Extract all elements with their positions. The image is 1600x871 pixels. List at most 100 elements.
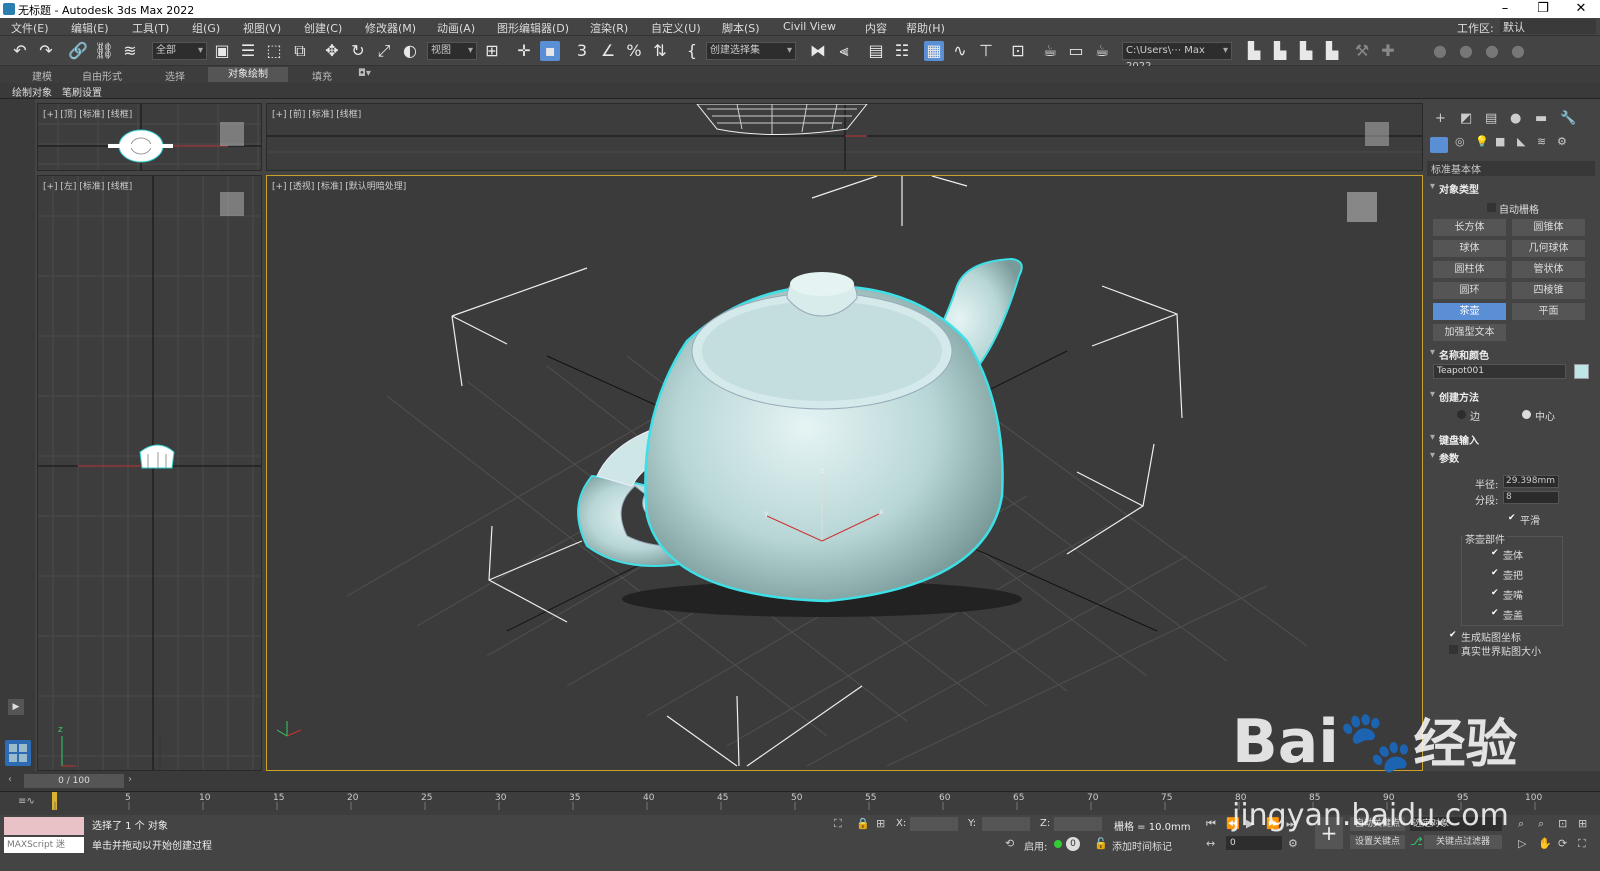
viewcube-icon[interactable] [1365, 122, 1389, 146]
real-world-checkbox[interactable] [1449, 645, 1458, 654]
lights-icon[interactable]: 💡 [1475, 135, 1489, 148]
ref-coord-dropdown[interactable]: 视图 [427, 42, 477, 60]
menu-graph-editors[interactable]: 图形编辑器(D) [497, 20, 569, 36]
menu-file[interactable]: 文件(E) [11, 20, 49, 36]
time-slider[interactable]: 0 / 100 [24, 774, 124, 788]
rollout-name-color[interactable]: 名称和颜色 [1425, 347, 1600, 363]
teapot-button[interactable]: 茶壶 [1433, 303, 1506, 320]
time-config-icon[interactable]: ⚙ [1288, 837, 1298, 850]
pan-icon[interactable]: ✋ [1538, 837, 1552, 850]
zoom-all-icon[interactable]: ⌕ [1538, 817, 1544, 831]
viewport-label[interactable]: [+] [透视] [标准] [默认明暗处理] [272, 179, 406, 192]
expand-icon[interactable]: ▶ [8, 699, 24, 715]
trackbar-toggle-icon[interactable]: ≡∿ [18, 796, 35, 807]
viewport-label[interactable]: [+] [顶] [标准] [线框] [43, 107, 132, 120]
material-editor-icon[interactable]: ⊡ [1008, 41, 1028, 61]
autogrid-checkbox[interactable] [1487, 203, 1496, 212]
schematic-view-icon[interactable]: ⊤ [976, 41, 996, 61]
maxscript-input[interactable]: MAXScript 迷 [4, 837, 84, 853]
curve-editor-icon[interactable]: ∿ [950, 41, 970, 61]
spacewarps-icon[interactable]: ≋ [1537, 135, 1546, 148]
geometry-icon[interactable] [1430, 137, 1448, 153]
viewport-top[interactable]: [+] [顶] [标准] [线框] [37, 103, 262, 171]
viewcube-icon[interactable] [1347, 192, 1377, 222]
open-explorer-icon[interactable]: ▙ [1244, 41, 1264, 61]
x-coordinate-field[interactable] [910, 817, 958, 831]
maximize-viewport-icon[interactable]: ⛶ [1578, 837, 1586, 851]
ribbon-toggle-icon[interactable]: ▦ [924, 41, 944, 61]
absolute-mode-icon[interactable]: ⊞ [876, 817, 885, 830]
menu-group[interactable]: 组(G) [192, 20, 220, 36]
render-setup-icon[interactable]: ☕ [1040, 41, 1060, 61]
align-icon[interactable]: ⫷ [834, 41, 854, 61]
next-frame-icon[interactable]: › [128, 774, 132, 785]
tab-populate[interactable]: 填充 [312, 68, 332, 83]
menu-edit[interactable]: 编辑(E) [71, 20, 109, 36]
fov-icon[interactable]: ▷ [1518, 837, 1526, 850]
menu-rendering[interactable]: 渲染(R) [590, 20, 628, 36]
cylinder-button[interactable]: 圆柱体 [1433, 261, 1506, 278]
open-folder-icon[interactable]: ▙ [1322, 41, 1342, 61]
workspace-dropdown[interactable]: 默认 [1500, 19, 1596, 34]
spout-checkbox[interactable]: ✔ [1491, 589, 1500, 598]
rect-selection-icon[interactable]: ⬚ [264, 41, 284, 61]
lid-checkbox[interactable]: ✔ [1491, 609, 1500, 618]
edit-named-sel-icon[interactable]: { [682, 41, 702, 61]
named-selection-dropdown[interactable]: 创建选择集 [706, 42, 796, 60]
menu-customize[interactable]: 自定义(U) [651, 20, 701, 36]
create-tab-icon[interactable]: + [1435, 111, 1446, 126]
lock-icon[interactable]: 🔒 [856, 817, 870, 830]
object-name-input[interactable]: Teapot001 [1433, 364, 1566, 379]
enabled-indicator-icon[interactable] [1054, 840, 1062, 848]
menu-modifiers[interactable]: 修改器(M) [365, 20, 416, 36]
maxscript-listener[interactable] [4, 817, 84, 835]
lock-small-icon[interactable]: 🔓 [1094, 837, 1108, 850]
key-filters-button[interactable]: 关键点过滤器 [1424, 835, 1502, 849]
viewport-layout-icon[interactable] [5, 740, 31, 766]
modify-tab-icon[interactable]: ◩ [1460, 111, 1472, 126]
utilities-tab-icon[interactable]: 🔧 [1560, 111, 1576, 126]
pyramid-button[interactable]: 四棱锥 [1512, 282, 1585, 299]
paint-objects-label[interactable]: 绘制对象 [12, 84, 52, 99]
close-button[interactable]: ✕ [1566, 0, 1596, 18]
orbit-icon[interactable]: ⟳ [1558, 837, 1567, 850]
tab-modeling[interactable]: 建模 [32, 68, 52, 83]
unlink-icon[interactable]: ⛓ [94, 41, 114, 61]
motion-tab-icon[interactable]: ● [1510, 111, 1521, 126]
minimize-button[interactable]: – [1490, 0, 1520, 18]
layer-explorer-icon[interactable]: ☷ [892, 41, 912, 61]
rollout-creation-method[interactable]: 创建方法 [1425, 389, 1600, 405]
set-key-button[interactable]: 设置关键点 [1350, 835, 1405, 849]
select-by-name-icon[interactable]: ☰ [238, 41, 258, 61]
tab-freeform[interactable]: 自由形式 [82, 68, 122, 83]
rendered-frame-icon[interactable]: ▭ [1066, 41, 1086, 61]
percent-snap-icon[interactable]: % [624, 41, 644, 61]
body-checkbox[interactable]: ✔ [1491, 549, 1500, 558]
angle-snap-icon[interactable]: ∠ [598, 41, 618, 61]
snaps-toggle-icon[interactable]: 3 [572, 41, 592, 61]
radius-spinner[interactable]: 29.398mm [1503, 475, 1559, 488]
zoom-extents-icon[interactable]: ⊡ [1558, 817, 1567, 830]
selection-filter-dropdown[interactable]: 全部 [152, 42, 207, 60]
key-mode-icon[interactable]: ↔ [1206, 837, 1215, 850]
adaptive-degradation-icon[interactable]: ⟲ [1005, 837, 1014, 850]
systems-icon[interactable]: ⚙ [1557, 135, 1567, 148]
keyboard-shortcut-toggle-icon[interactable]: ▪ [540, 41, 560, 61]
sphere-button[interactable]: 球体 [1433, 240, 1506, 257]
move-icon[interactable]: ✥ [322, 41, 342, 61]
rollout-keyboard-entry[interactable]: 键盘输入 [1425, 432, 1600, 448]
shapes-icon[interactable]: ◎ [1455, 135, 1465, 148]
segments-spinner[interactable]: 8 [1503, 491, 1559, 504]
gen-map-checkbox[interactable]: ✔ [1449, 631, 1458, 640]
mirror-icon[interactable]: ⧓ [808, 41, 828, 61]
tab-object-paint[interactable]: 对象绘制 [208, 67, 288, 82]
spinner-snap-icon[interactable]: ⇅ [650, 41, 670, 61]
brush-settings-label[interactable]: 笔刷设置 [62, 84, 102, 99]
menu-views[interactable]: 视图(V) [243, 20, 281, 36]
add-time-tag[interactable]: 添加时间标记 [1112, 838, 1172, 853]
plane-button[interactable]: 平面 [1512, 303, 1585, 320]
edge-radio[interactable] [1457, 410, 1466, 419]
category-dropdown[interactable]: 标准基本体 [1427, 161, 1595, 176]
zoom-extents-all-icon[interactable]: ⊞ [1578, 817, 1587, 830]
menu-content[interactable]: 内容 [865, 20, 887, 36]
